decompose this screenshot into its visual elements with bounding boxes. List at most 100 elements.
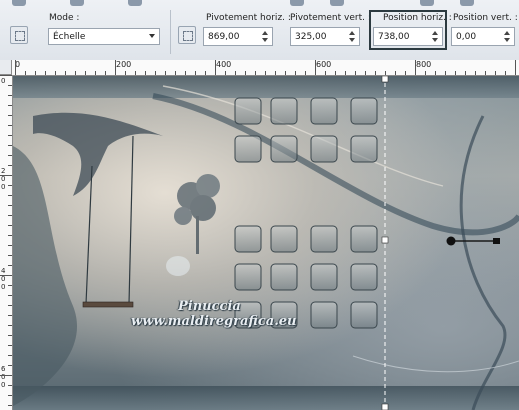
toolbar-icon[interactable] bbox=[290, 0, 304, 6]
ruler-tick bbox=[335, 71, 336, 75]
ruler-tick bbox=[405, 71, 406, 75]
toolbar-icon[interactable] bbox=[128, 0, 142, 6]
spin-down-icon[interactable] bbox=[349, 38, 355, 42]
ruler-tick bbox=[485, 71, 486, 75]
ruler-tick bbox=[295, 71, 296, 75]
left-shadow bbox=[13, 146, 78, 406]
ruler-tick bbox=[105, 71, 106, 75]
ruler-tick bbox=[8, 265, 12, 266]
watermark-line2: www.maldiregrafica.eu bbox=[131, 314, 297, 329]
ruler-tick bbox=[45, 71, 46, 75]
bottom-frame-band bbox=[13, 386, 519, 410]
vertical-ruler[interactable]: 0 2 0 0 4 0 0 6 0 0 bbox=[0, 75, 13, 410]
ruler-tick bbox=[515, 60, 516, 75]
pivot-icon[interactable] bbox=[178, 26, 196, 44]
tree-branch bbox=[33, 112, 163, 196]
ruler-tick bbox=[505, 71, 506, 75]
ruler-label: 0 bbox=[1, 175, 6, 183]
bbox-handle[interactable] bbox=[381, 236, 389, 244]
ruler-tick bbox=[165, 71, 166, 75]
ruler-tick bbox=[0, 375, 12, 376]
spin-up-icon[interactable] bbox=[262, 31, 268, 35]
ruler-label: 6 bbox=[1, 365, 6, 373]
spin-up-icon[interactable] bbox=[432, 31, 438, 35]
ruler-tick bbox=[475, 71, 476, 75]
decor-curve bbox=[162, 85, 444, 187]
ruler-tick bbox=[8, 325, 12, 326]
toolbar-icon[interactable] bbox=[460, 0, 474, 6]
mode-select[interactable]: Échelle bbox=[48, 28, 160, 45]
pivot-v-value: 325,00 bbox=[295, 32, 327, 42]
ruler-tick bbox=[8, 345, 12, 346]
ruler-label: 0 bbox=[1, 183, 6, 191]
ruler-tick bbox=[185, 71, 186, 75]
watermark-line1: Pinuccia bbox=[178, 299, 241, 314]
ruler-tick bbox=[315, 60, 316, 75]
ruler-tick bbox=[8, 235, 12, 236]
pick-tool-icon[interactable] bbox=[10, 26, 28, 44]
ruler-tick bbox=[445, 71, 446, 75]
ruler-tick bbox=[8, 145, 12, 146]
pos-h-label: Position horiz. : bbox=[383, 13, 452, 23]
ruler-tick bbox=[225, 71, 226, 75]
ruler-tick bbox=[465, 71, 466, 75]
toolbar-icon[interactable] bbox=[330, 0, 344, 6]
spin-down-icon[interactable] bbox=[504, 38, 510, 42]
toolbar-icon[interactable] bbox=[420, 0, 434, 6]
ruler-label: 600 bbox=[316, 60, 332, 69]
ruler-tick bbox=[265, 71, 266, 75]
pos-v-input[interactable]: 0,00 bbox=[451, 27, 515, 46]
ruler-tick bbox=[15, 60, 16, 75]
ruler-label: 0 bbox=[1, 77, 6, 85]
decor-curve bbox=[459, 115, 507, 410]
ruler-tick bbox=[365, 71, 366, 75]
ruler-tick bbox=[245, 71, 246, 75]
ruler-tick bbox=[175, 71, 176, 75]
pos-h-input[interactable]: 738,00 bbox=[373, 27, 443, 46]
ruler-tick bbox=[255, 71, 256, 75]
ruler-tick bbox=[115, 60, 116, 75]
ruler-tick bbox=[8, 95, 12, 96]
ruler-tick bbox=[8, 165, 12, 166]
toolbar-icon[interactable] bbox=[70, 0, 84, 6]
spin-down-icon[interactable] bbox=[262, 38, 268, 42]
ruler-tick bbox=[0, 75, 12, 76]
ruler-tick bbox=[8, 115, 12, 116]
ruler-label: 200 bbox=[116, 60, 132, 69]
ruler-tick bbox=[85, 71, 86, 75]
ruler-tick bbox=[145, 71, 146, 75]
ruler-tick bbox=[375, 71, 376, 75]
ruler-label: 400 bbox=[216, 60, 232, 69]
pivot-h-input[interactable]: 869,00 bbox=[203, 27, 273, 46]
bbox-handle[interactable] bbox=[381, 403, 389, 410]
ruler-tick bbox=[195, 71, 196, 75]
ruler-tick bbox=[8, 195, 12, 196]
separator bbox=[170, 10, 171, 54]
ruler-tick bbox=[8, 255, 12, 256]
ruler-tick bbox=[305, 71, 306, 75]
horizontal-ruler[interactable]: 0 200 400 600 800 bbox=[12, 60, 519, 76]
ruler-tick bbox=[8, 105, 12, 106]
ruler-tick bbox=[415, 60, 416, 75]
ruler-tick bbox=[8, 365, 12, 366]
image-canvas[interactable]: Pinuccia www.maldiregrafica.eu bbox=[13, 76, 519, 410]
ruler-tick bbox=[8, 225, 12, 226]
bbox-handle[interactable] bbox=[381, 76, 389, 83]
ruler-label: 800 bbox=[416, 60, 432, 69]
ruler-tick bbox=[8, 155, 12, 156]
ruler-tick bbox=[495, 71, 496, 75]
spin-up-icon[interactable] bbox=[504, 31, 510, 35]
ruler-tick bbox=[35, 71, 36, 75]
spin-down-icon[interactable] bbox=[432, 38, 438, 42]
ruler-tick bbox=[325, 71, 326, 75]
ruler-tick bbox=[8, 245, 12, 246]
ruler-tick bbox=[155, 71, 156, 75]
pivot-v-input[interactable]: 325,00 bbox=[290, 27, 360, 46]
spin-up-icon[interactable] bbox=[349, 31, 355, 35]
toolbar-icon[interactable] bbox=[12, 0, 26, 6]
ruler-label: 4 bbox=[1, 267, 6, 275]
pivot-handle-icon[interactable] bbox=[446, 236, 501, 246]
pos-v-label: Position vert. : bbox=[453, 13, 518, 23]
artwork bbox=[13, 76, 519, 410]
ruler-label: 0 bbox=[1, 283, 6, 291]
